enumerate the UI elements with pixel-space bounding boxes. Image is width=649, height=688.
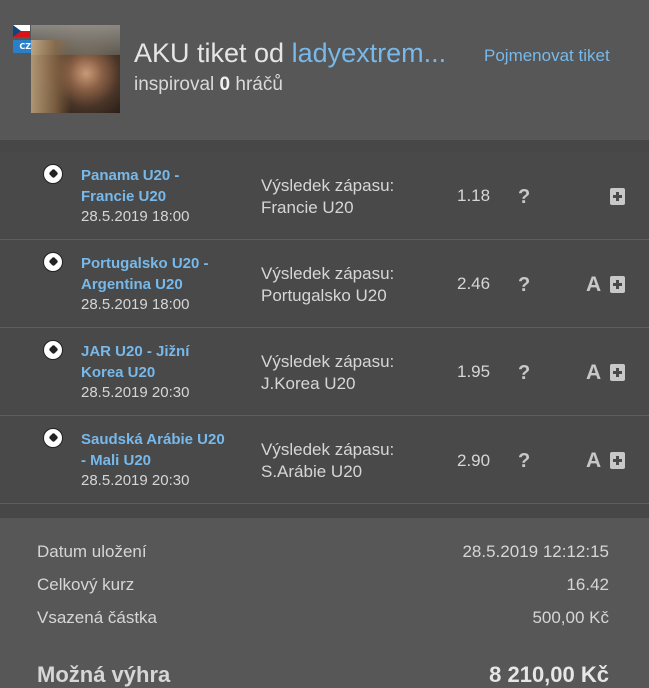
bet-odds: 2.90 [457,451,491,470]
status-unknown-icon: ? [518,450,531,472]
add-bet-icon[interactable] [610,276,625,293]
add-bet-icon[interactable] [610,188,625,205]
total-odds-value: 16.42 [566,575,609,594]
match-link[interactable]: JAR U20 - Jižní Korea U20 [81,341,241,383]
title-prefix: AKU tiket od [134,38,285,68]
status-unknown-icon: ? [518,362,531,384]
divider [0,504,649,518]
bet-row: Portugalsko U20 - Argentina U20 28.5.2019… [0,240,649,328]
saved-date-label: Datum uložení [37,542,147,561]
bet-pick: Výsledek zápasu: Francie U20 [261,176,395,217]
a-button[interactable]: A [586,449,601,473]
country-code-badge: CZ [13,40,32,53]
add-bet-icon[interactable] [610,364,625,381]
football-icon [43,428,63,448]
bet-pick: Výsledek zápasu: Portugalsko U20 [261,264,395,305]
inspired-count: 0 [219,74,231,95]
total-odds-label: Celkový kurz [37,575,135,594]
bet-odds: 2.46 [457,274,491,293]
bet-odds: 1.18 [457,186,491,205]
status-unknown-icon: ? [518,274,531,296]
a-button[interactable]: A [586,361,601,385]
stake-value: 500,00 Kč [532,608,609,627]
stake-label: Vsazená částka [37,608,158,627]
ticket-header: CZ AKU tiket od ladyextrem... Pojmenovat… [0,0,649,140]
bet-pick: Výsledek zápasu: J.Korea U20 [261,352,395,393]
bet-row: JAR U20 - Jižní Korea U20 28.5.2019 20:30… [0,328,649,416]
a-button[interactable]: A [586,273,601,297]
ticket-title: AKU tiket od ladyextrem... [134,38,446,69]
match-date: 28.5.2019 20:30 [81,472,190,489]
inspired-count-text: inspiroval 0 hráčů [134,74,283,95]
rename-ticket-link[interactable]: Pojmenovat tiket [484,46,610,66]
match-link[interactable]: Panama U20 - Francie U20 [81,165,241,207]
ticket-summary: Datum uložení 28.5.2019 12:12:15 Celkový… [0,528,649,688]
divider [0,140,649,152]
add-bet-icon[interactable] [610,452,625,469]
possible-win-value: 8 210,00 Kč [489,662,609,687]
czech-flag-icon [13,25,30,37]
possible-win-label: Možná výhra [37,662,171,687]
username-link[interactable]: ladyextrem... [292,38,447,68]
saved-date-value: 28.5.2019 12:12:15 [462,542,609,561]
football-icon [43,340,63,360]
user-avatar[interactable] [31,25,120,113]
match-date: 28.5.2019 18:00 [81,208,190,225]
match-link[interactable]: Saudská Arábie U20- Mali U20 [81,429,241,471]
match-date: 28.5.2019 20:30 [81,384,190,401]
bet-list: Panama U20 - Francie U20 28.5.2019 18:00 … [0,152,649,504]
bet-row: Saudská Arábie U20- Mali U20 28.5.2019 2… [0,416,649,504]
status-unknown-icon: ? [518,186,531,208]
match-link[interactable]: Portugalsko U20 - Argentina U20 [81,253,241,295]
bet-pick: Výsledek zápasu: S.Arábie U20 [261,440,395,481]
football-icon [43,164,63,184]
bet-odds: 1.95 [457,362,491,381]
bet-row: Panama U20 - Francie U20 28.5.2019 18:00 … [0,152,649,240]
match-date: 28.5.2019 18:00 [81,296,190,313]
football-icon [43,252,63,272]
